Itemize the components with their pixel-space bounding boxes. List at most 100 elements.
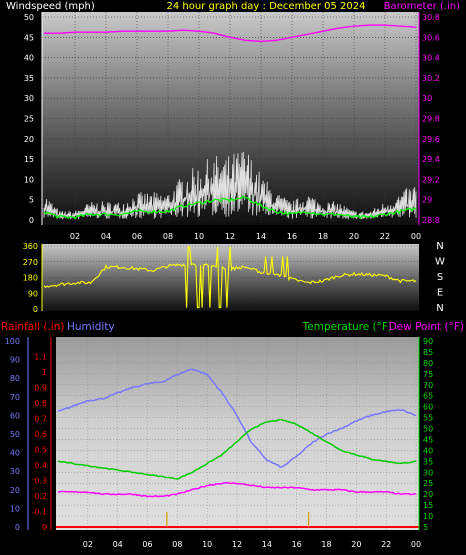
barometer-y-tick-label: 29.2 [422, 175, 440, 184]
rainfall-y-tick-label: 0.8 [34, 399, 47, 408]
windspeed-axis-label: Windspeed (mph) [6, 1, 95, 12]
temp-x-tick-label: 04 [113, 540, 123, 549]
temperature-y-tick-label: 40 [423, 446, 433, 455]
barometer-y-tick-label: 30.8 [422, 13, 440, 22]
temperature-y-tick-label: 70 [423, 381, 433, 390]
wind-x-tick-label: 14 [256, 232, 266, 241]
temperature-y-tick-label: 80 [423, 359, 433, 368]
wind-y-tick-label: 40 [24, 54, 34, 63]
temperature-y-tick-label: 20 [423, 490, 433, 499]
wind-x-tick-label: 16 [287, 232, 297, 241]
wind-x-tick-label: 22 [380, 232, 390, 241]
dewpoint-axis-label: Dew Point (°F) [389, 321, 464, 333]
wind-x-tick-label: 08 [163, 232, 173, 241]
temperature-y-tick-label: 90 [423, 337, 433, 346]
temperature-y-tick-label: 35 [423, 457, 433, 466]
wind-x-tick-label: 00 [411, 232, 421, 241]
graph-title: 24 hour graph day : December 05 2024 [167, 1, 366, 12]
rainfall-y-tick-label: 0.3 [34, 477, 47, 486]
wind-y-tick-label: 45 [24, 33, 34, 42]
barometer-y-tick-label: 29.8 [422, 115, 440, 124]
compass-labels: NWSEN [435, 241, 445, 314]
direction-y-tick-label: 360 [23, 242, 38, 251]
temperature-y-tick-label: 25 [423, 479, 433, 488]
weather-graph-svg: Windspeed (mph) 24 hour graph day : Dece… [1, 1, 464, 549]
wind-x-tick-label: 10 [194, 232, 204, 241]
barometer-y-tick-label: 29.4 [422, 155, 440, 164]
direction-y-tick-label: 180 [23, 274, 38, 283]
humidity-y-tick-label: 10 [10, 504, 20, 513]
barometer-y-tick-label: 29 [422, 196, 432, 205]
temp-x-tick-label: 22 [381, 540, 391, 549]
weather-graph: Windspeed (mph) 24 hour graph day : Dece… [0, 0, 466, 555]
wind-x-tick-label: 18 [318, 232, 328, 241]
temperature-y-tick-label: 75 [423, 370, 433, 379]
barometer-y-tick-label: 28.8 [422, 216, 440, 225]
barometer-y-tick-label: 30.2 [422, 74, 440, 83]
compass-label: N [436, 303, 443, 314]
humidity-y-tick-label: 80 [10, 374, 20, 383]
barometer-y-tick-label: 30.4 [422, 54, 440, 63]
rainfall-y-tick-label: 1 [42, 368, 47, 377]
wind-y-tick-label: 50 [24, 13, 34, 22]
wind-y-tick-label: 30 [24, 94, 34, 103]
wind-x-tick-label: 02 [70, 232, 80, 241]
compass-label: E [437, 288, 443, 299]
humidity-y-tick-label: 0 [15, 523, 20, 532]
temperature-y-tick-label: 55 [423, 414, 433, 423]
compass-label: W [435, 257, 445, 268]
wind-x-tick-label: 04 [101, 232, 111, 241]
wind-panel-background [42, 12, 419, 225]
rainfall-y-tick-label: 0.1 [34, 508, 47, 517]
wind-y-tick-label: 20 [24, 135, 34, 144]
barometer-y-tick-label: 30 [422, 94, 432, 103]
temperature-y-tick-label: 10 [423, 512, 433, 521]
humidity-y-tick-label: 60 [10, 411, 20, 420]
temperature-y-tick-label: 65 [423, 392, 433, 401]
temp-x-tick-label: 02 [83, 540, 93, 549]
compass-label: N [436, 241, 443, 252]
humidity-y-tick-label: 100 [5, 337, 20, 346]
temp-x-tick-label: 18 [321, 540, 331, 549]
temp-x-tick-label: 00 [411, 540, 421, 549]
rainfall-y-tick-label: 0.5 [34, 446, 47, 455]
barometer-y-tick-label: 29.6 [422, 135, 440, 144]
temp-x-tick-label: 12 [232, 540, 242, 549]
barometer-axis-label: Barometer (.in) [384, 1, 460, 12]
temperature-y-tick-label: 45 [423, 435, 433, 444]
rainfall-y-tick-label: 0.7 [34, 415, 47, 424]
humidity-y-tick-label: 50 [10, 430, 20, 439]
direction-y-tick-label: 270 [23, 258, 38, 267]
temperature-y-tick-label: 5 [423, 523, 428, 532]
wind-x-tick-label: 06 [132, 232, 142, 241]
temp-panel-background [56, 337, 419, 530]
rainfall-y-tick-label: 0.4 [34, 461, 47, 470]
wind-x-tick-label: 20 [349, 232, 359, 241]
direction-y-tick-label: 90 [28, 289, 38, 298]
humidity-y-tick-label: 90 [10, 356, 20, 365]
direction-y-tick-label: 0 [33, 305, 38, 314]
wind-x-tick-label: 12 [225, 232, 235, 241]
rainfall-y-tick-label: 0.9 [34, 384, 47, 393]
rainfall-axis-label: Rainfall (.in) [1, 321, 64, 333]
humidity-y-tick-label: 30 [10, 467, 20, 476]
direction-panel-axes: 0 90 180 270 360 [23, 242, 43, 314]
rainfall-y-tick-label: 0.6 [34, 430, 47, 439]
temperature-axis-label: Temperature (°F) [302, 321, 392, 333]
wind-y-tick-label: 0 [29, 216, 34, 225]
temp-x-tick-label: 08 [172, 540, 182, 549]
temp-x-tick-label: 10 [202, 540, 212, 549]
temp-x-tick-label: 06 [142, 540, 152, 549]
rainfall-y-tick-label: 0 [42, 523, 47, 532]
temperature-y-tick-label: 50 [423, 425, 433, 434]
temp-x-tick-label: 16 [292, 540, 302, 549]
wind-y-tick-label: 35 [24, 74, 34, 83]
wind-y-tick-label: 5 [29, 196, 34, 205]
humidity-axis-label: Humidity [67, 321, 115, 333]
barometer-y-tick-label: 30.6 [422, 33, 440, 42]
wind-y-tick-label: 10 [24, 175, 34, 184]
rainfall-y-tick-label: 0.2 [34, 492, 47, 501]
temperature-y-tick-label: 30 [423, 468, 433, 477]
humidity-y-tick-label: 40 [10, 449, 20, 458]
wind-y-tick-label: 15 [24, 155, 34, 164]
